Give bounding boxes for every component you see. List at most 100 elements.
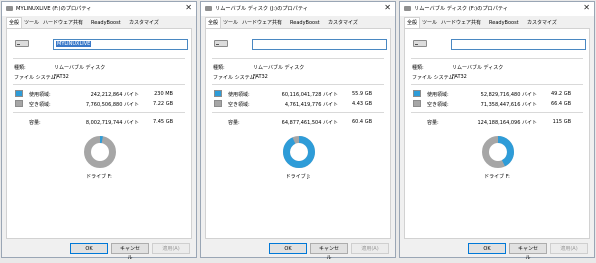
tab-customize[interactable]: カスタマイズ <box>326 19 360 28</box>
usage-donut-chart <box>283 136 315 168</box>
drive-caption: ドライブ J: <box>285 174 311 180</box>
window-title: MYLINUXLIVE (F:)のプロパティ <box>16 6 92 12</box>
tab-general[interactable]: 全般 <box>404 17 421 28</box>
general-panel: MYLINUXLIVE 種類: リムーバブル ディスク ファイル システム: F… <box>6 28 192 239</box>
volume-name-input[interactable]: MYLINUXLIVE <box>53 39 188 50</box>
properties-dialog-1: リムーバブル ディスク (J:)のプロパティ ✕ 全般 ツール ハードウェア 共… <box>200 1 396 261</box>
drive-icon <box>404 6 411 11</box>
tab-tools[interactable]: ツール <box>420 19 439 28</box>
ok-button[interactable]: OK <box>70 243 108 254</box>
ok-button[interactable]: OK <box>269 243 307 254</box>
used-space-label: 使用領域: <box>427 92 449 98</box>
divider <box>13 58 185 59</box>
removable-drive-icon <box>214 38 228 47</box>
filesystem-value: FAT32 <box>253 74 268 80</box>
divider <box>212 112 384 113</box>
capacity-label: 容量: <box>29 120 41 126</box>
free-space-swatch <box>15 100 23 107</box>
used-space-size: 55.9 GB <box>351 91 372 97</box>
type-value: リムーバブル ディスク <box>452 65 504 71</box>
filesystem-label: ファイル システム: <box>213 75 257 81</box>
capacity-size: 60.4 GB <box>351 119 372 125</box>
cancel-button[interactable]: キャンセル <box>310 243 348 261</box>
window-title: リムーバブル ディスク (F:)のプロパティ <box>414 6 508 12</box>
tab-customize[interactable]: カスタマイズ <box>127 19 161 28</box>
tab-readyboost[interactable]: ReadyBoost <box>89 19 123 28</box>
type-value: リムーバブル ディスク <box>253 65 305 71</box>
free-space-size: 7.22 GB <box>152 101 173 107</box>
filesystem-label: ファイル システム: <box>412 75 456 81</box>
tab-customize[interactable]: カスタマイズ <box>525 19 559 28</box>
tab-readyboost[interactable]: ReadyBoost <box>288 19 322 28</box>
used-space-size: 230 MB <box>154 91 173 97</box>
apply-button[interactable]: 適用(A) <box>152 243 190 254</box>
used-space-swatch <box>15 90 23 97</box>
used-space-label: 使用領域: <box>228 92 250 98</box>
tab-strip: 全般 ツール ハードウェア 共有 ReadyBoost カスタマイズ <box>6 17 192 28</box>
used-space-bytes: 52,829,716,480 バイト <box>480 92 537 98</box>
tab-sharing[interactable]: 共有 <box>469 19 483 28</box>
tab-general[interactable]: 全般 <box>6 17 23 28</box>
capacity-size: 115 GB <box>552 119 571 125</box>
free-space-size: 4.43 GB <box>351 101 372 107</box>
volume-name-text: MYLINUXLIVE <box>56 41 92 47</box>
drive-icon <box>6 6 13 11</box>
ok-button[interactable]: OK <box>468 243 506 254</box>
divider <box>13 84 185 85</box>
general-panel: 種類: リムーバブル ディスク ファイル システム: FAT32 使用領域: 5… <box>404 28 590 239</box>
removable-drive-icon <box>15 38 29 47</box>
divider <box>411 58 583 59</box>
free-space-swatch <box>214 100 222 107</box>
capacity-label: 容量: <box>427 120 439 126</box>
type-label: 種類: <box>14 65 26 71</box>
tab-general[interactable]: 全般 <box>205 17 222 28</box>
tab-hardware[interactable]: ハードウェア <box>240 19 274 28</box>
used-space-size: 49.2 GB <box>550 91 571 97</box>
tab-sharing[interactable]: 共有 <box>270 19 284 28</box>
divider <box>13 112 185 113</box>
free-space-swatch <box>413 100 421 107</box>
capacity-label: 容量: <box>228 120 240 126</box>
close-icon[interactable]: ✕ <box>185 3 192 13</box>
capacity-size: 7.45 GB <box>152 119 173 125</box>
filesystem-value: FAT32 <box>54 74 69 80</box>
filesystem-value: FAT32 <box>452 74 467 80</box>
divider <box>411 112 583 113</box>
capacity-bytes: 8,002,719,744 バイト <box>85 120 139 126</box>
divider <box>212 58 384 59</box>
free-space-label: 空き領域: <box>427 102 449 108</box>
close-icon[interactable]: ✕ <box>583 3 590 13</box>
apply-button[interactable]: 適用(A) <box>550 243 588 254</box>
tab-tools[interactable]: ツール <box>22 19 41 28</box>
cancel-button[interactable]: キャンセル <box>111 243 149 261</box>
type-label: 種類: <box>412 65 424 71</box>
title-bar: リムーバブル ディスク (F:)のプロパティ ✕ <box>400 2 594 16</box>
title-bar: リムーバブル ディスク (J:)のプロパティ ✕ <box>201 2 395 16</box>
general-panel: 種類: リムーバブル ディスク ファイル システム: FAT32 使用領域: 6… <box>205 28 391 239</box>
tab-hardware[interactable]: ハードウェア <box>439 19 473 28</box>
free-space-size: 66.4 GB <box>550 101 571 107</box>
tab-sharing[interactable]: 共有 <box>71 19 85 28</box>
tab-readyboost[interactable]: ReadyBoost <box>487 19 521 28</box>
used-space-label: 使用領域: <box>29 92 51 98</box>
tab-hardware[interactable]: ハードウェア <box>41 19 75 28</box>
capacity-bytes: 124,188,164,096 バイト <box>477 120 537 126</box>
divider <box>212 84 384 85</box>
title-bar: MYLINUXLIVE (F:)のプロパティ ✕ <box>2 2 196 16</box>
properties-dialog-2: リムーバブル ディスク (F:)のプロパティ ✕ 全般 ツール ハードウェア 共… <box>399 1 595 261</box>
volume-name-input[interactable] <box>451 39 586 50</box>
used-space-swatch <box>214 90 222 97</box>
free-space-ring <box>84 136 116 168</box>
close-icon[interactable]: ✕ <box>384 3 391 13</box>
apply-button[interactable]: 適用(A) <box>351 243 389 254</box>
type-label: 種類: <box>213 65 225 71</box>
tab-strip: 全般 ツール ハードウェア 共有 ReadyBoost カスタマイズ <box>205 17 391 28</box>
usage-donut-chart <box>84 136 116 168</box>
used-space-arc <box>283 136 315 168</box>
tab-strip: 全般 ツール ハードウェア 共有 ReadyBoost カスタマイズ <box>404 17 590 28</box>
free-space-bytes: 7,760,506,880 バイト <box>85 102 139 108</box>
tab-tools[interactable]: ツール <box>221 19 240 28</box>
properties-dialog-0: MYLINUXLIVE (F:)のプロパティ ✕ 全般 ツール ハードウェア 共… <box>1 1 197 261</box>
cancel-button[interactable]: キャンセル <box>509 243 547 261</box>
volume-name-input[interactable] <box>252 39 387 50</box>
